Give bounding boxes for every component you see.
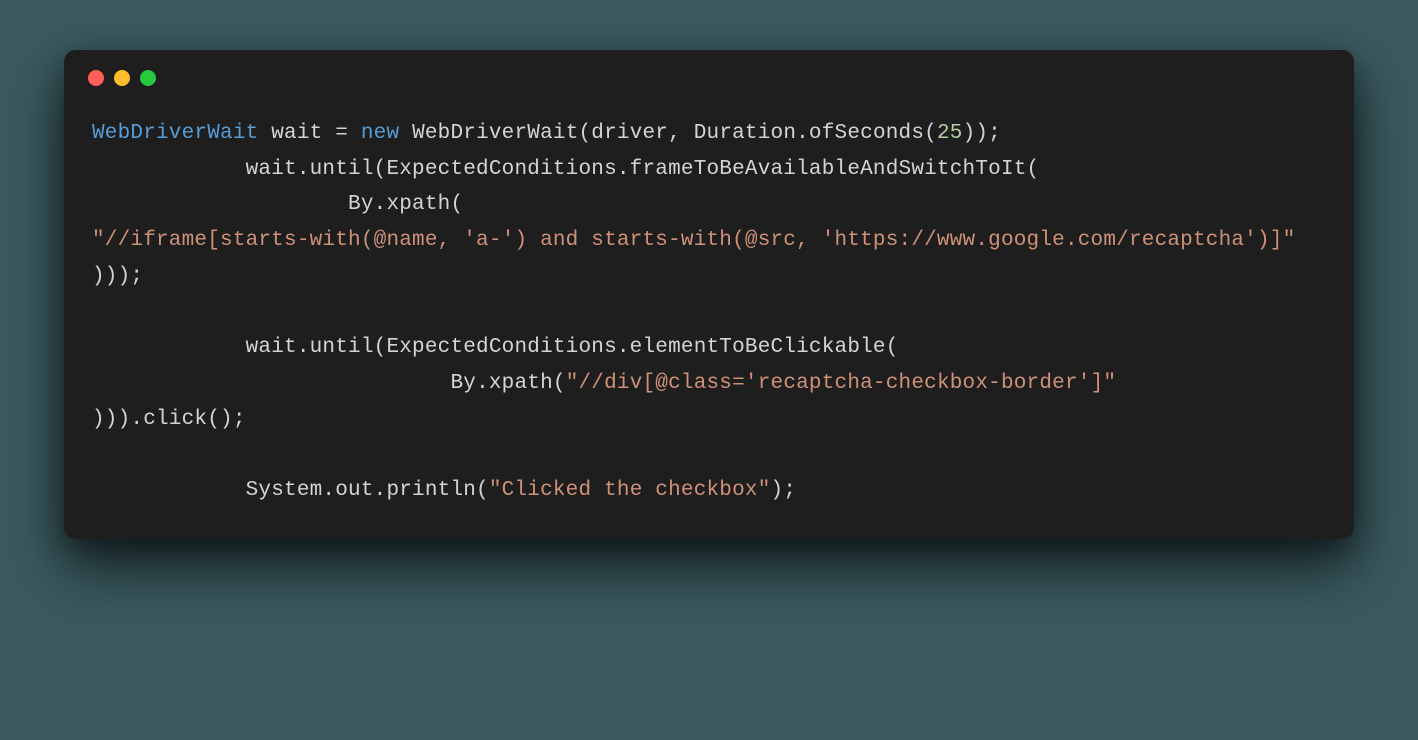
- minimize-icon[interactable]: [114, 70, 130, 86]
- code-token-plain: WebDriverWait(driver, Duration.ofSeconds…: [399, 122, 937, 145]
- code-content: WebDriverWait wait = new WebDriverWait(d…: [64, 96, 1354, 539]
- close-icon[interactable]: [88, 70, 104, 86]
- window-titlebar: [64, 50, 1354, 96]
- code-token-plain: );: [771, 479, 797, 502]
- code-token-plain: wait =: [258, 122, 360, 145]
- maximize-icon[interactable]: [140, 70, 156, 86]
- code-token-type: WebDriverWait: [92, 122, 258, 145]
- code-token-string: "Clicked the checkbox": [489, 479, 771, 502]
- code-window: WebDriverWait wait = new WebDriverWait(d…: [64, 50, 1354, 539]
- code-token-string: "//div[@class='recaptcha-checkbox-border…: [566, 372, 1117, 395]
- code-token-keyword: new: [361, 122, 399, 145]
- code-token-string: "//iframe[starts-with(@name, 'a-') and s…: [92, 229, 1295, 252]
- code-token-number: 25: [937, 122, 963, 145]
- code-token-plain: ))).click(); System.out.println(: [92, 408, 489, 502]
